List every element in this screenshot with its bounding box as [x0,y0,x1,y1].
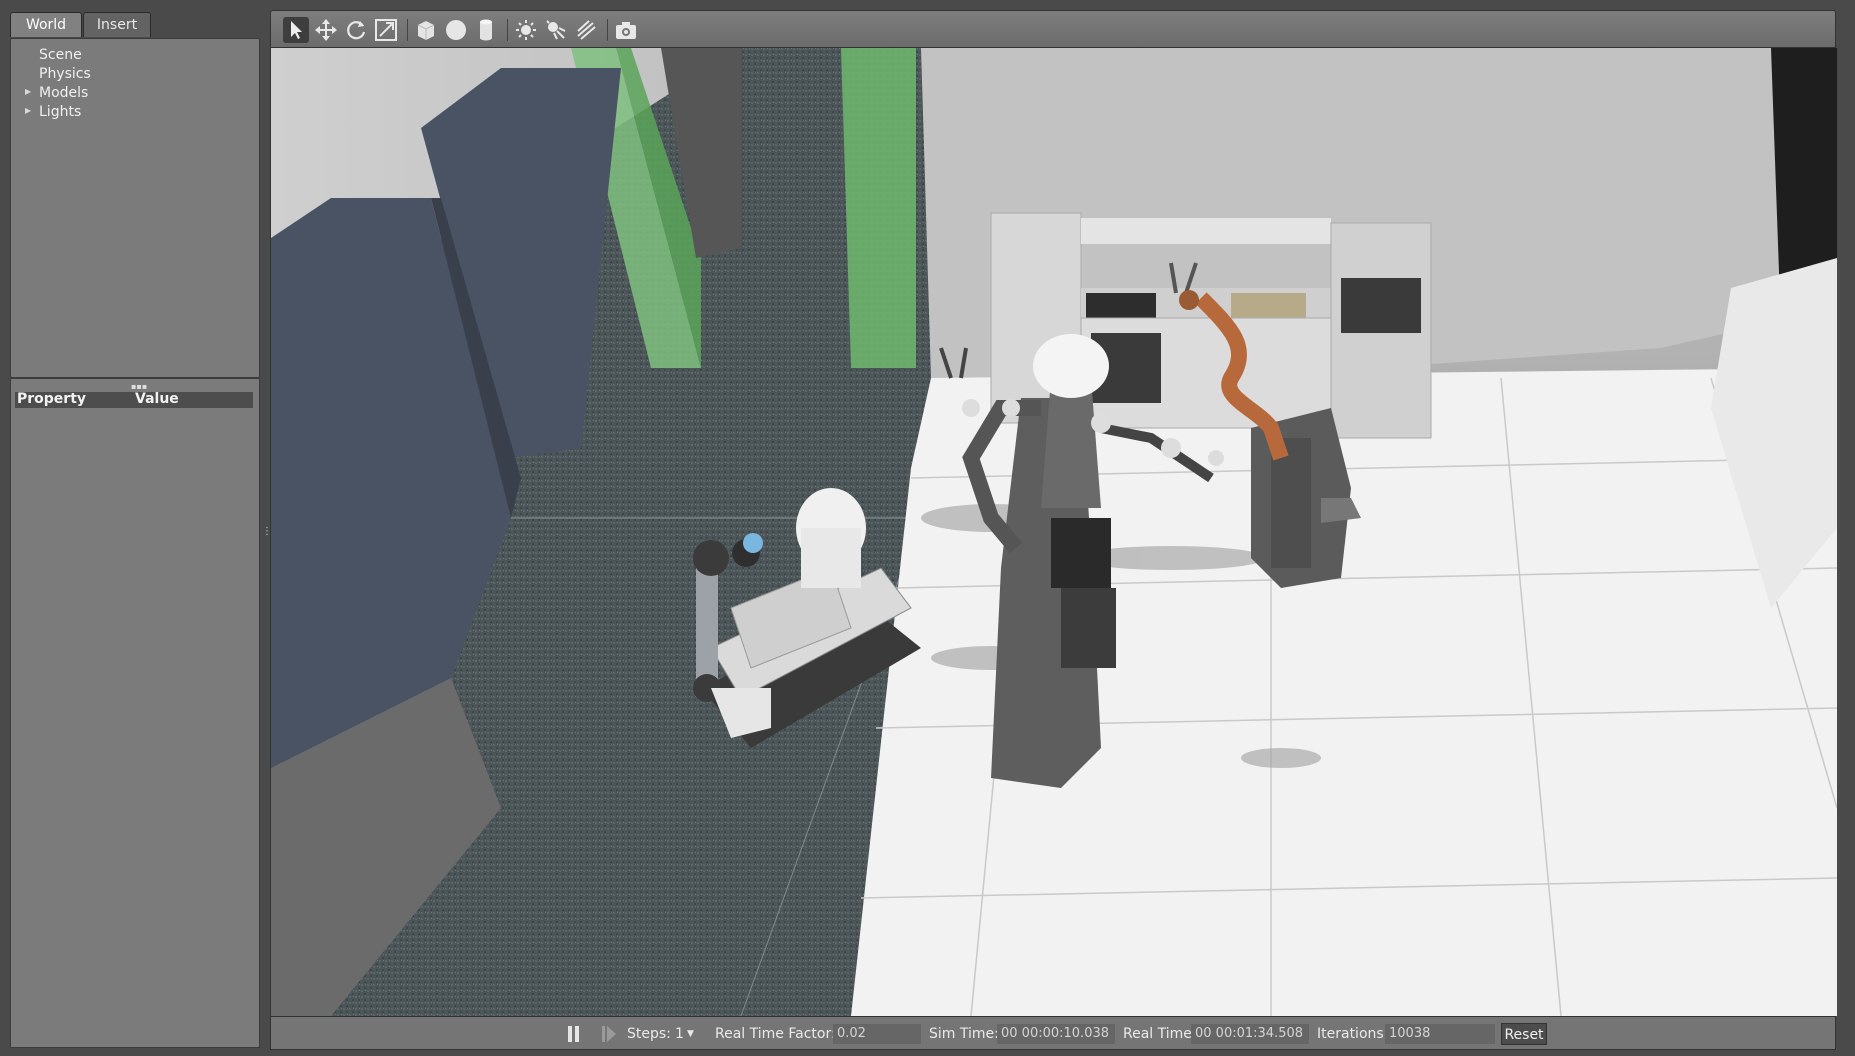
expand-arrow-icon[interactable]: ▶ [25,87,31,96]
iterations-label: Iterations: [1317,1026,1389,1042]
expand-arrow-icon[interactable]: ▶ [25,106,31,115]
tree-item-lights[interactable]: Lights [39,104,81,120]
sim-time-value: 00 00:00:10.038 [997,1024,1115,1044]
rtf-value: 0.02 [833,1024,921,1044]
pause-icon[interactable] [567,1025,581,1043]
rtf-label: Real Time Factor: [715,1026,836,1042]
splitter-handle[interactable]: ▪▪▪ [131,382,147,391]
sphere-icon[interactable] [443,17,469,43]
reset-button[interactable]: Reset [1501,1023,1547,1045]
steps-value[interactable]: 1 [675,1026,684,1042]
main-area: ⋮ Steps: 1 ▼ Real Time Factor: 0.02 Sim … [270,10,1837,1050]
value-column-header: Value [135,391,179,407]
scale-icon[interactable] [373,17,399,43]
spot-light-icon[interactable] [543,17,569,43]
toolbar [270,10,1836,48]
real-time-label: Real Time: [1123,1026,1197,1042]
rotate-icon[interactable] [343,17,369,43]
left-panel: World Insert Scene Physics ▶ Models ▶ Li… [10,12,272,1048]
iterations-value: 10038 [1385,1024,1495,1044]
select-arrow-icon[interactable] [283,17,309,43]
panel-tabbar: World Insert [10,12,260,39]
tree-item-physics[interactable]: Physics [39,66,91,82]
sim-time-label: Sim Time: [929,1026,999,1042]
tab-world[interactable]: World [10,12,82,37]
cylinder-icon[interactable] [473,17,499,43]
property-column-header: Property [17,391,87,407]
directional-light-icon[interactable] [573,17,599,43]
screenshot-icon[interactable] [613,17,639,43]
3d-viewport[interactable]: ⋮ [270,48,1837,1016]
tab-insert[interactable]: Insert [83,12,151,37]
steps-dropdown-icon[interactable]: ▼ [687,1029,694,1039]
box-icon[interactable] [413,17,439,43]
tree-item-scene[interactable]: Scene [39,47,82,63]
point-light-icon[interactable] [513,17,539,43]
translate-icon[interactable] [313,17,339,43]
property-panel: ▪▪▪ Property Value [10,378,260,1048]
tree-item-models[interactable]: Models [39,85,88,101]
steps-label: Steps: [627,1026,671,1042]
status-bar: Steps: 1 ▼ Real Time Factor: 0.02 Sim Ti… [270,1016,1836,1050]
right-collapse-handle[interactable]: ⋮ [1835,524,1837,535]
scene-render [271,48,1837,1016]
property-table-header: Property Value [15,391,253,408]
step-forward-icon[interactable] [601,1025,617,1043]
left-collapse-handle[interactable]: ⋮ [262,526,272,537]
world-tree: Scene Physics ▶ Models ▶ Lights [10,38,260,378]
real-time-value: 00 00:01:34.508 [1191,1024,1309,1044]
